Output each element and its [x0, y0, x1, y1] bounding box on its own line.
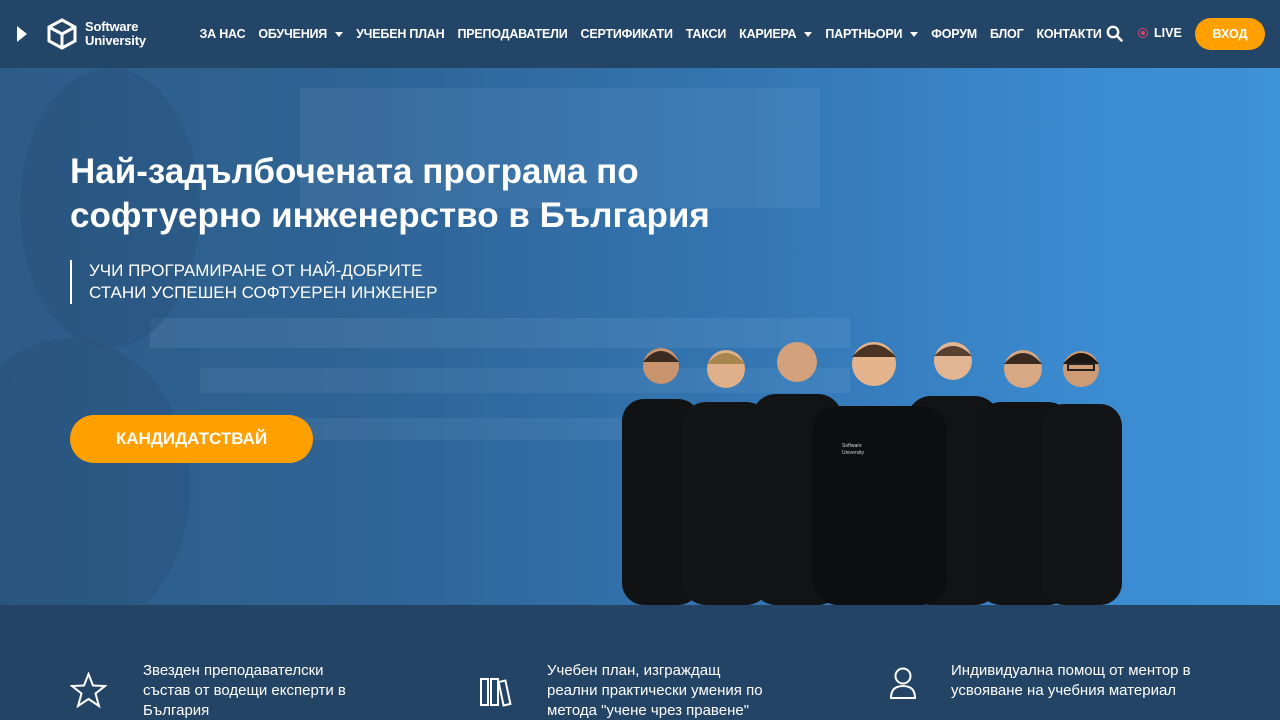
feature-3-line-2: усвояване на учебния материал: [951, 682, 1177, 699]
feature-2-line-2: реални практически умения по: [547, 682, 763, 699]
nav-item-label: БЛОГ: [990, 27, 1024, 41]
nav-item[interactable]: ФОРУМ: [931, 27, 977, 41]
nav-item-label: ФОРУМ: [931, 27, 978, 41]
instructor-figure-7: [1042, 351, 1122, 605]
nav-item[interactable]: СЕРТИФИКАТИ: [581, 27, 673, 41]
nav-item[interactable]: ТАКСИ: [685, 27, 727, 41]
feature-1-line-2: състав от водещи експерти в: [143, 682, 346, 699]
hero-subtitle-line-2: СТАНИ УСПЕШЕН СОФТУЕРЕН ИНЖЕНЕР: [89, 283, 438, 302]
login-button[interactable]: ВХОД: [1195, 18, 1265, 50]
feature-text-1: Звезден преподавателски състав от водещи…: [143, 661, 403, 720]
live-dot-icon: [1138, 28, 1148, 38]
nav-item[interactable]: ОБУЧЕНИЯ: [258, 27, 344, 41]
nav-item-label: КОНТАКТИ: [1036, 27, 1102, 41]
logo-text: Software University: [85, 20, 146, 48]
hero-section: Най-задълбочената програма по софтуерно …: [0, 68, 1280, 605]
instructor-figure-4: Software University: [812, 342, 947, 605]
nav-item[interactable]: КАРИЕРА: [739, 27, 813, 41]
feature-text-2: Учебен план, изграждащ реални практическ…: [547, 661, 807, 720]
search-icon[interactable]: [1106, 25, 1123, 42]
hero-title-line-1: Най-задълбочената програма по: [70, 152, 639, 191]
shirt-logo-line-2: University: [842, 450, 864, 456]
nav-item-label: СЕРТИФИКАТИ: [580, 27, 673, 41]
feature-text-3: Индивидуална помощ от ментор в усвояване…: [951, 661, 1251, 701]
chevron-down-icon: [910, 31, 919, 37]
feature-2-line-1: Учебен план, изграждащ: [547, 662, 721, 679]
nav-item[interactable]: ПАРТНЬОРИ: [825, 27, 919, 41]
top-navbar: Software University ЗА НАС ОБУЧЕНИЯ УЧЕБЕН…: [0, 0, 1280, 68]
nav-item-label: ОБУЧЕНИЯ: [258, 27, 328, 41]
apply-button[interactable]: КАНДИДАТСТВАЙ: [70, 415, 313, 463]
feature-3-line-1: Индивидуална помощ от ментор в: [951, 662, 1191, 679]
features-section: Звезден преподавателски състав от водещи…: [0, 605, 1280, 720]
nav-item[interactable]: ПРЕПОДАВАТЕЛИ: [457, 27, 567, 41]
feature-2-line-3: метода "учене чрез правене": [547, 702, 750, 719]
logo-line-1: Software: [85, 19, 139, 34]
feature-1-line-1: Звезден преподавателски: [143, 662, 324, 679]
nav-item[interactable]: ЗА НАС: [200, 27, 246, 41]
nav-item-label: КАРИЕРА: [739, 27, 797, 41]
hero-title: Най-задълбочената програма по софтуерно …: [70, 150, 830, 238]
chevron-down-icon: [804, 31, 813, 37]
nav-item-label: ПАРТНЬОРИ: [825, 27, 903, 41]
logo-line-2: University: [85, 33, 146, 48]
hero-title-line-2: софтуерно инженерство в България: [70, 196, 710, 235]
books-icon: [480, 678, 512, 707]
site-logo[interactable]: Software University: [45, 17, 146, 51]
nav-item[interactable]: КОНТАКТИ: [1036, 27, 1101, 41]
live-link[interactable]: LIVE: [1138, 26, 1182, 40]
play-arrow-icon[interactable]: [15, 24, 29, 44]
hero-subtitle-line-1: УЧИ ПРОГРАМИРАНЕ ОТ НАЙ-ДОБРИТЕ: [89, 261, 423, 280]
chevron-down-icon: [335, 31, 344, 37]
nav-item[interactable]: УЧЕБЕН ПЛАН: [356, 27, 445, 41]
softuni-logo-icon: [47, 18, 77, 50]
instructors-team-image: Software University: [622, 342, 1122, 605]
user-icon: [889, 667, 917, 699]
main-menu: ЗА НАС ОБУЧЕНИЯ УЧЕБЕН ПЛАН ПРЕПОДАВАТЕЛИ СЕ…: [193, 0, 1108, 68]
nav-item-label: ПРЕПОДАВАТЕЛИ: [457, 27, 568, 41]
shirt-logo-line-1: Software: [842, 443, 862, 449]
nav-item-label: ТАКСИ: [685, 27, 727, 41]
nav-item-label: УЧЕБЕН ПЛАН: [356, 27, 445, 41]
nav-item[interactable]: БЛОГ: [990, 27, 1024, 41]
hero-subtitle: УЧИ ПРОГРАМИРАНЕ ОТ НАЙ-ДОБРИТЕ СТАНИ УС…: [70, 260, 437, 304]
live-label: LIVE: [1154, 26, 1182, 40]
star-icon: [70, 672, 107, 709]
feature-1-line-3: България: [143, 702, 210, 719]
nav-item-label: ЗА НАС: [199, 27, 246, 41]
